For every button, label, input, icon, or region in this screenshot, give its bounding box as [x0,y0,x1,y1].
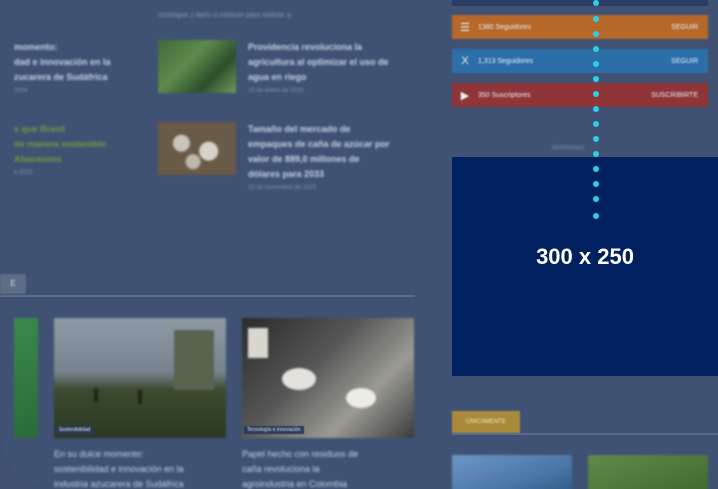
page: conseguir y darlo a conocer para motivar… [0,0,718,489]
corner-mask [0,0,718,489]
